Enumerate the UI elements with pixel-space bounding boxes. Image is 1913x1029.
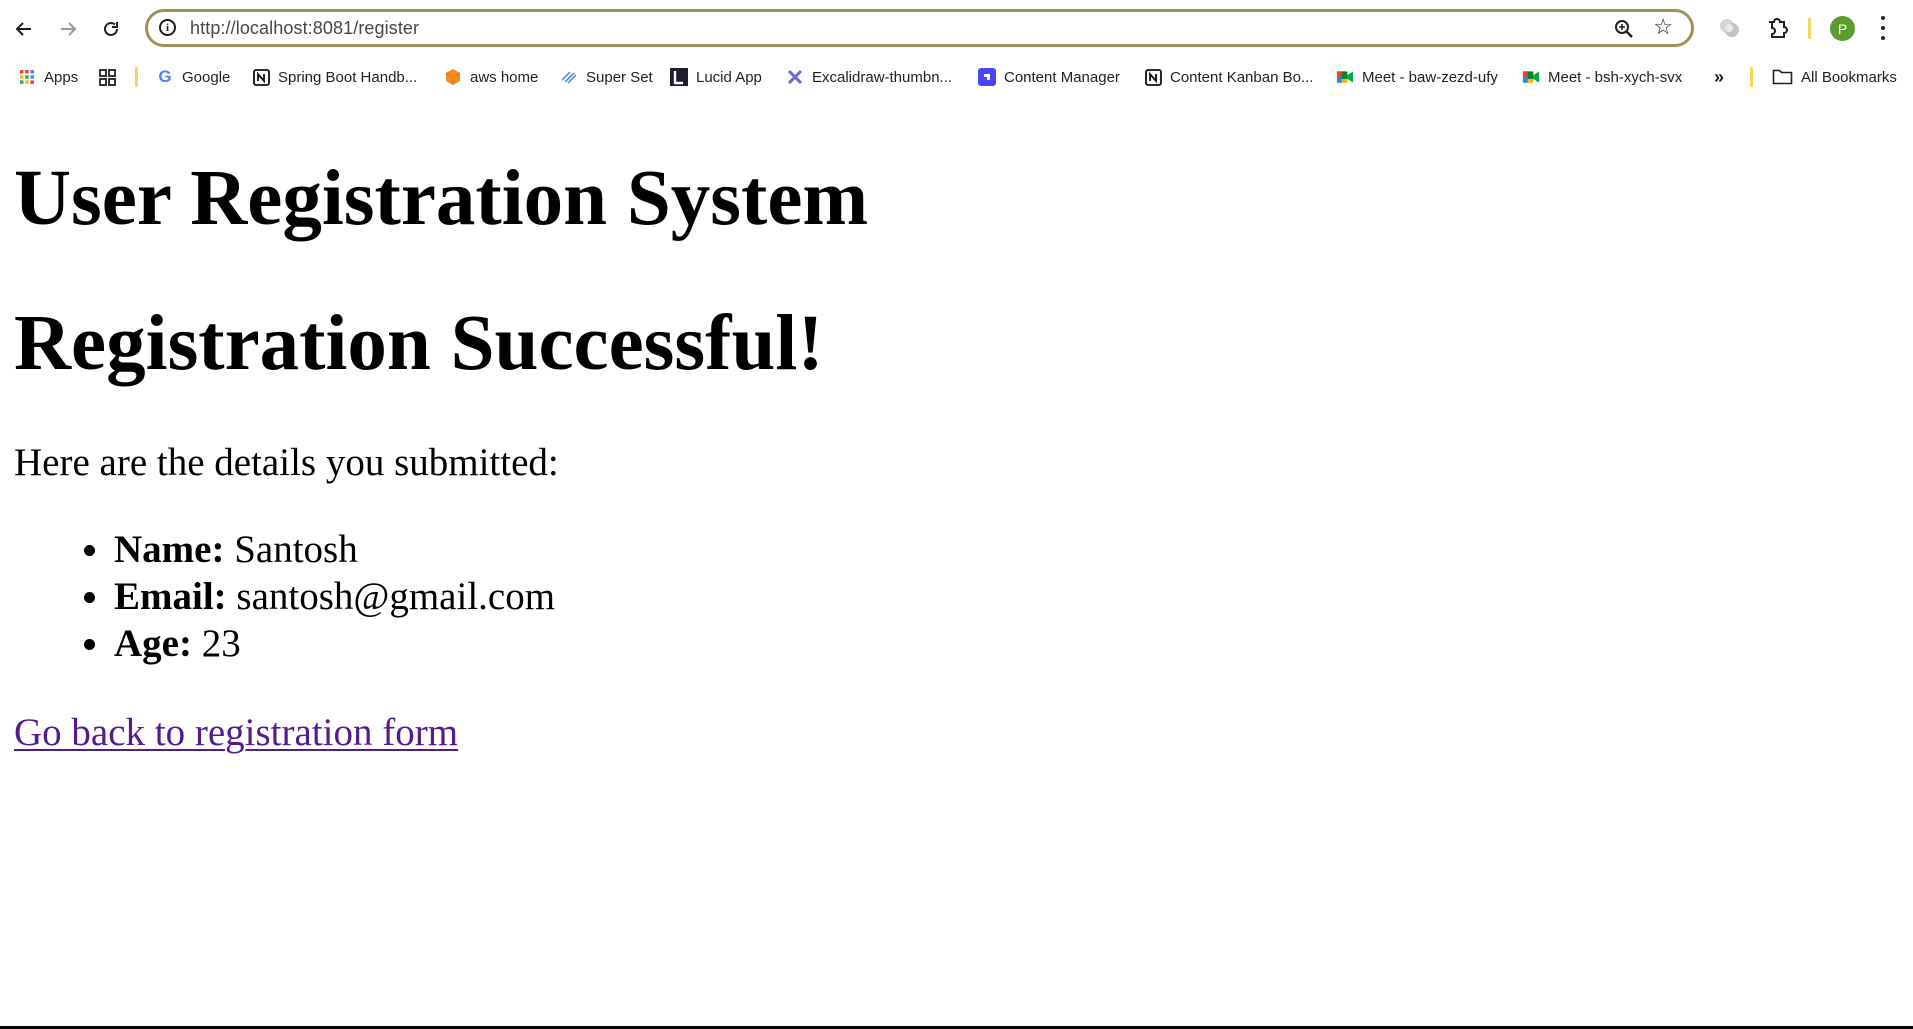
notion-icon bbox=[252, 68, 270, 86]
bookmark-separator bbox=[1750, 67, 1753, 87]
back-button[interactable] bbox=[8, 13, 40, 45]
bookmark-super-set[interactable]: Super Set bbox=[560, 65, 653, 89]
bookmark-aws-home[interactable]: aws home bbox=[444, 65, 538, 89]
google-meet-icon bbox=[1522, 68, 1540, 86]
detail-name: Name: Santosh bbox=[84, 526, 555, 573]
bookmark-label: Meet - baw-zezd-ufy bbox=[1362, 68, 1498, 86]
bullet-icon bbox=[84, 639, 95, 650]
bookmark-label: Apps bbox=[44, 68, 79, 86]
bookmark-label: Content Kanban Bo... bbox=[1170, 68, 1314, 86]
detail-label: Email: bbox=[114, 575, 237, 618]
bookmark-separator bbox=[135, 67, 138, 87]
bookmark-meet-1[interactable]: Meet - baw-zezd-ufy bbox=[1336, 65, 1498, 89]
all-bookmarks-label: All Bookmarks bbox=[1801, 68, 1897, 86]
chevron-double-right-icon: » bbox=[1714, 66, 1725, 87]
address-bar[interactable]: i http://localhost:8081/register ☆ bbox=[145, 9, 1694, 47]
google-meet-icon bbox=[1336, 68, 1354, 86]
extensions-puzzle-icon[interactable] bbox=[1764, 15, 1790, 41]
kebab-menu-icon[interactable] bbox=[1878, 16, 1888, 40]
lucid-icon bbox=[670, 68, 688, 86]
bookmark-content-manager[interactable]: Content Manager bbox=[978, 65, 1120, 89]
bookmark-label: aws home bbox=[470, 68, 539, 86]
bookmark-label: Spring Boot Handb... bbox=[278, 68, 418, 86]
bookmark-meet-2[interactable]: Meet - bsh-xych-svx bbox=[1522, 65, 1682, 89]
reload-button[interactable] bbox=[95, 13, 127, 45]
bookmark-apps[interactable]: Apps bbox=[18, 65, 78, 89]
all-bookmarks-button[interactable]: All Bookmarks bbox=[1771, 65, 1897, 89]
bookmark-label: Google bbox=[182, 68, 231, 86]
apps-grid-icon bbox=[18, 68, 36, 86]
bookmark-star-icon[interactable]: ☆ bbox=[1653, 16, 1673, 38]
forward-button[interactable] bbox=[52, 13, 84, 45]
bookmark-label: Content Manager bbox=[1004, 68, 1120, 86]
detail-label: Name: bbox=[114, 528, 235, 571]
detail-age: Age: 23 bbox=[84, 620, 555, 667]
forward-arrow-icon bbox=[61, 22, 77, 36]
bullet-icon bbox=[84, 592, 95, 603]
detail-value: 23 bbox=[201, 622, 241, 665]
bookmark-lucid-app[interactable]: Lucid App bbox=[670, 65, 762, 89]
url-text[interactable]: http://localhost:8081/register bbox=[190, 18, 419, 39]
bullet-icon bbox=[84, 545, 95, 556]
back-arrow-icon bbox=[15, 22, 31, 36]
aws-cube-icon bbox=[444, 68, 462, 86]
excalidraw-icon bbox=[786, 68, 804, 86]
bookmark-tab-groups[interactable] bbox=[98, 65, 124, 89]
bookmark-content-kanban[interactable]: Content Kanban Bo... bbox=[1144, 65, 1313, 89]
zoom-icon[interactable] bbox=[1613, 18, 1635, 40]
bookmark-label: Super Set bbox=[586, 68, 653, 86]
bookmark-label: Excalidraw-thumbn... bbox=[812, 68, 953, 86]
back-to-registration-link[interactable]: Go back to registration form bbox=[14, 710, 458, 755]
tab-groups-icon bbox=[98, 68, 116, 86]
google-icon: G bbox=[158, 67, 172, 86]
site-info-icon[interactable]: i bbox=[159, 19, 176, 36]
detail-value: Santosh bbox=[234, 528, 358, 571]
browser-toolbar: i http://localhost:8081/register ☆ P bbox=[0, 0, 1913, 57]
success-heading: Registration Successful! bbox=[14, 300, 824, 387]
reload-icon bbox=[104, 21, 118, 36]
detail-label: Age: bbox=[114, 622, 202, 665]
profile-avatar[interactable]: P bbox=[1830, 16, 1855, 41]
bookmark-spring-boot[interactable]: Spring Boot Handb... bbox=[252, 65, 417, 89]
notion-icon bbox=[1144, 68, 1162, 86]
bookmark-excalidraw[interactable]: Excalidraw-thumbn... bbox=[786, 65, 952, 89]
details-intro: Here are the details you submitted: bbox=[14, 441, 559, 484]
folder-icon bbox=[1771, 68, 1793, 86]
superset-icon bbox=[560, 68, 578, 86]
extension-blob-icon[interactable] bbox=[1717, 15, 1743, 41]
detail-email: Email: santosh@gmail.com bbox=[84, 573, 556, 620]
bookmarks-overflow-button[interactable]: » bbox=[1714, 65, 1724, 89]
page-content: User Registration System Registration Su… bbox=[0, 97, 1913, 1027]
page-title: User Registration System bbox=[14, 155, 869, 242]
detail-value: santosh@gmail.com bbox=[236, 575, 556, 618]
bookmark-label: Meet - bsh-xych-svx bbox=[1548, 68, 1683, 86]
bookmark-label: Lucid App bbox=[696, 68, 762, 86]
bookmark-google[interactable]: G Google bbox=[156, 65, 230, 89]
submitted-details-list: Name: Santosh Email: santosh@gmail.com A… bbox=[84, 526, 556, 667]
content-manager-icon bbox=[978, 68, 996, 86]
toolbar-separator bbox=[1808, 18, 1811, 39]
bookmarks-bar: Apps G Google Spring Boot Handb... aws h… bbox=[0, 57, 1913, 97]
